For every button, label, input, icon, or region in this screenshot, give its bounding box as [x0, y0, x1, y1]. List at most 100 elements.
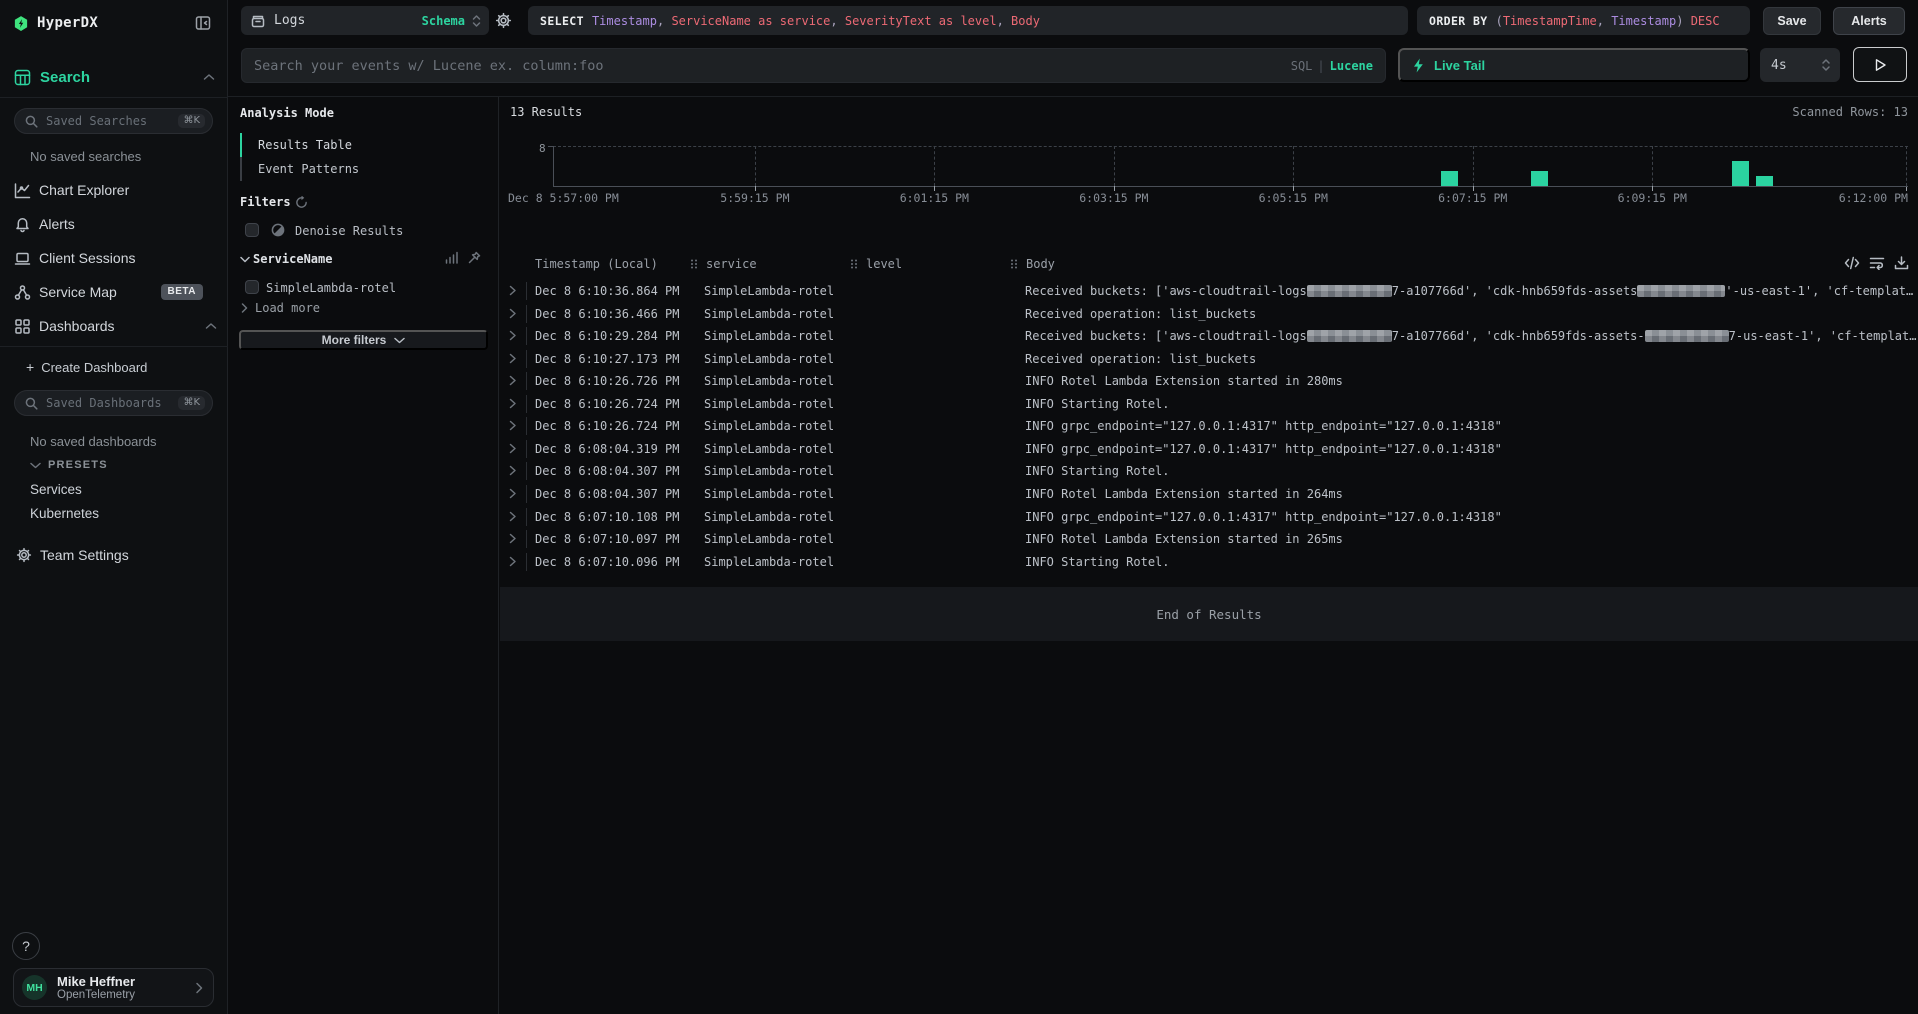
alerts-button[interactable]: Alerts — [1833, 7, 1905, 35]
expand-row-chevron-icon[interactable] — [509, 488, 517, 499]
user-card[interactable]: MH Mike Heffner OpenTelemetry — [13, 968, 214, 1007]
sidebar-item-services[interactable]: Services — [30, 482, 82, 497]
presets-toggle[interactable]: PRESETS — [30, 459, 108, 471]
row-separator — [526, 282, 527, 300]
chart-x-tick-label: 6:01:15 PM — [900, 191, 969, 205]
expand-row-chevron-icon[interactable] — [509, 443, 517, 454]
expand-row-chevron-icon[interactable] — [509, 375, 517, 386]
sidebar-item-service-map[interactable]: Service MapBETA — [14, 280, 217, 304]
chevron-up-icon[interactable] — [203, 73, 215, 81]
select-query-input[interactable]: SELECTTimestamp, ServiceName as service,… — [528, 6, 1408, 35]
source-select[interactable]: Logs Schema — [241, 6, 489, 35]
body-text: Received operation: list_buckets — [1025, 352, 1256, 366]
help-button[interactable]: ? — [12, 932, 40, 960]
live-tail-button[interactable]: Live Tail — [1398, 48, 1750, 82]
more-filters-button[interactable]: More filters — [239, 330, 488, 350]
wrap-text-icon[interactable] — [1869, 256, 1885, 270]
grip-dots-icon[interactable] — [850, 259, 858, 269]
sidebar-item-dashboards[interactable]: Dashboards — [14, 314, 217, 338]
query-token: SeverityText as level — [845, 14, 997, 28]
denoise-label[interactable]: Denoise Results — [295, 224, 403, 238]
mode-sql[interactable]: SQL — [1291, 59, 1313, 73]
chevron-down-icon — [30, 462, 41, 469]
expand-row-chevron-icon[interactable] — [509, 556, 517, 567]
denoise-checkbox[interactable] — [245, 223, 259, 237]
table-row[interactable]: Dec 8 6:08:04.307 PMSimpleLambda-rotelIN… — [500, 483, 1918, 506]
download-icon[interactable] — [1894, 256, 1909, 270]
query-language-toggle[interactable]: SQL|Lucene — [1291, 59, 1373, 73]
chart-x-tick-label: 6:07:15 PM — [1438, 191, 1507, 205]
histogram-bar[interactable] — [1732, 161, 1749, 186]
table-row[interactable]: Dec 8 6:08:04.307 PMSimpleLambda-rotelIN… — [500, 460, 1918, 483]
analysis-mode-option[interactable]: Results Table — [258, 138, 352, 152]
grid-icon — [14, 318, 31, 335]
table-row[interactable]: Dec 8 6:10:26.726 PMSimpleLambda-rotelIN… — [500, 370, 1918, 393]
table-row[interactable]: Dec 8 6:10:29.284 PMSimpleLambda-rotelRe… — [500, 325, 1918, 348]
table-row[interactable]: Dec 8 6:10:36.864 PMSimpleLambda-rotelRe… — [500, 280, 1918, 303]
facet-servicename-toggle[interactable]: ServiceName — [240, 252, 332, 266]
load-more-button[interactable]: Load more — [241, 301, 320, 315]
create-dashboard-button[interactable]: + Create Dashboard — [26, 358, 147, 376]
facet-value-label[interactable]: SimpleLambda-rotel — [266, 281, 396, 295]
saved-dashboards-input[interactable]: Saved Dashboards ⌘K — [14, 390, 213, 416]
sidebar-item-chart-explorer[interactable]: Chart Explorer — [14, 178, 217, 202]
expand-row-chevron-icon[interactable] — [509, 398, 517, 409]
column-header-body[interactable]: Body — [1010, 257, 1055, 271]
column-header-timestamp-local-[interactable]: Timestamp (Local) — [535, 257, 658, 271]
row-separator — [526, 440, 527, 458]
column-header-level[interactable]: level — [850, 257, 902, 271]
refresh-interval-select[interactable]: 4s — [1760, 48, 1840, 82]
end-of-results: End of Results — [500, 587, 1918, 641]
table-row[interactable]: Dec 8 6:10:26.724 PMSimpleLambda-rotelIN… — [500, 415, 1918, 438]
sidebar-item-team-settings[interactable]: Team Settings — [16, 544, 129, 566]
mode-lucene[interactable]: Lucene — [1330, 59, 1373, 73]
create-dashboard-label: Create Dashboard — [41, 360, 147, 375]
play-button[interactable] — [1853, 47, 1907, 82]
table-row[interactable]: Dec 8 6:07:10.108 PMSimpleLambda-rotelIN… — [500, 506, 1918, 529]
save-button[interactable]: Save — [1763, 7, 1821, 35]
code-icon[interactable] — [1844, 256, 1860, 270]
facet-chart-icon[interactable] — [445, 251, 458, 264]
expand-row-chevron-icon[interactable] — [509, 465, 517, 476]
expand-row-chevron-icon[interactable] — [509, 420, 517, 431]
user-org: OpenTelemetry — [57, 989, 195, 1002]
table-row[interactable]: Dec 8 6:08:04.319 PMSimpleLambda-rotelIN… — [500, 438, 1918, 461]
row-separator — [526, 395, 527, 413]
saved-searches-input[interactable]: Saved Searches ⌘K — [14, 108, 213, 134]
expand-row-chevron-icon[interactable] — [509, 308, 517, 319]
refresh-filters-icon[interactable] — [295, 196, 308, 209]
histogram-bar[interactable] — [1531, 171, 1548, 186]
analysis-mode-option[interactable]: Event Patterns — [258, 162, 359, 176]
table-row[interactable]: Dec 8 6:07:10.096 PMSimpleLambda-rotelIN… — [500, 551, 1918, 574]
search-icon — [25, 115, 38, 128]
grip-dots-icon[interactable] — [690, 259, 698, 269]
sidebar-item-client-sessions[interactable]: Client Sessions — [14, 246, 217, 270]
table-row[interactable]: Dec 8 6:10:27.173 PMSimpleLambda-rotelRe… — [500, 348, 1918, 371]
search-input[interactable]: Search your events w/ Lucene ex. column:… — [241, 48, 1386, 83]
nav-item-label: Chart Explorer — [39, 182, 129, 198]
expand-row-chevron-icon[interactable] — [509, 511, 517, 522]
expand-row-chevron-icon[interactable] — [509, 330, 517, 341]
grip-dots-icon[interactable] — [1010, 259, 1018, 269]
order-by-input[interactable]: ORDER BY(TimestampTime, Timestamp) DESC — [1417, 6, 1750, 35]
histogram-bar[interactable] — [1756, 176, 1773, 186]
column-header-service[interactable]: service — [690, 257, 757, 271]
expand-row-chevron-icon[interactable] — [509, 533, 517, 544]
expand-row-chevron-icon[interactable] — [509, 285, 517, 296]
expand-row-chevron-icon[interactable] — [509, 353, 517, 364]
pin-icon[interactable] — [468, 251, 481, 264]
facet-value-checkbox[interactable] — [245, 280, 259, 294]
sidebar-item-search[interactable]: Search — [14, 68, 215, 86]
table-row[interactable]: Dec 8 6:10:36.466 PMSimpleLambda-rotelRe… — [500, 303, 1918, 326]
table-row[interactable]: Dec 8 6:10:26.724 PMSimpleLambda-rotelIN… — [500, 393, 1918, 416]
results-histogram[interactable]: 8Dec 8 5:57:00 PM5:59:15 PM6:01:15 PM6:0… — [500, 97, 1918, 207]
chevron-up-icon[interactable] — [205, 322, 217, 330]
sidebar-item-alerts[interactable]: Alerts — [14, 212, 217, 236]
source-settings-gear-icon[interactable] — [495, 12, 512, 29]
histogram-bar[interactable] — [1441, 171, 1458, 186]
saved-searches-placeholder: Saved Searches — [46, 114, 178, 128]
collapse-sidebar-icon[interactable] — [195, 15, 211, 31]
table-row[interactable]: Dec 8 6:07:10.097 PMSimpleLambda-rotelIN… — [500, 528, 1918, 551]
sidebar-item-kubernetes[interactable]: Kubernetes — [30, 506, 99, 521]
chart-gridline — [1293, 146, 1294, 186]
